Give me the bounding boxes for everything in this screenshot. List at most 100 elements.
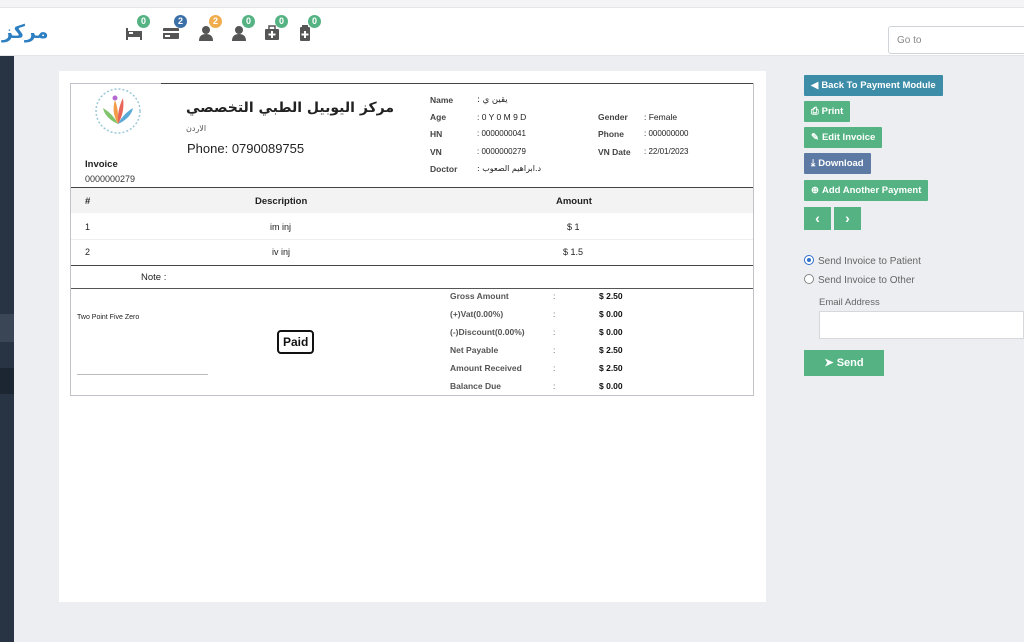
total-label: (+)Vat(0.00%): [450, 309, 504, 319]
total-separator: :: [553, 381, 556, 391]
row-description: iv inj: [272, 247, 291, 257]
total-label: Balance Due: [450, 381, 502, 391]
radio-dot[interactable]: [804, 255, 814, 265]
clipboard-icon[interactable]: 0: [296, 15, 321, 44]
user-icon[interactable]: 2: [197, 15, 222, 44]
doctor-value: : د.ابراهيم الصعوب: [477, 164, 542, 173]
notification-badge: 2: [174, 15, 187, 28]
radio-send-other[interactable]: Send Invoice to Other: [804, 274, 915, 286]
print-label: Print: [821, 106, 844, 117]
radio-label: Send Invoice to Other: [818, 275, 915, 286]
vn-value: : 0000000279: [477, 147, 526, 156]
age-label: Age: [430, 112, 447, 122]
back-to-payment-button[interactable]: ◀ Back To Payment Module: [804, 75, 943, 96]
brand-logo[interactable]: مركز: [2, 21, 48, 43]
name-value: : يقين ي: [477, 95, 508, 105]
download-icon: ⤓: [811, 158, 816, 169]
col-amount: Amount: [556, 196, 592, 207]
total-value: $ 0.00: [599, 309, 623, 319]
gender-label: Gender: [598, 112, 628, 122]
total-separator: :: [553, 309, 556, 319]
top-strip: [0, 0, 1024, 8]
total-label: (-)Discount(0.00%): [450, 327, 525, 337]
goto-search-input[interactable]: Go to: [888, 26, 1024, 54]
edit-label: Edit Invoice: [821, 132, 876, 143]
bed-icon[interactable]: 0: [125, 15, 150, 44]
paid-stamp: Paid: [277, 330, 315, 354]
email-input[interactable]: [819, 311, 1024, 339]
radio-send-patient[interactable]: Send Invoice to Patient: [804, 255, 921, 267]
invoice-box: مركز اليوبيل الطبي التخصصي الاردن Phone:…: [70, 83, 754, 396]
row-number: 2: [85, 247, 91, 257]
plus-circle-icon: ⊕: [811, 185, 819, 196]
paper-plane-icon: ➤: [824, 357, 837, 369]
send-label: Send: [836, 357, 864, 369]
hospital-logo: [93, 86, 143, 136]
phone-label: Phone: [598, 129, 624, 139]
invoice-label: Invoice: [85, 159, 118, 170]
total-value: $ 0.00: [599, 381, 623, 391]
name-label: Name: [430, 95, 454, 105]
circle-left-icon: ◀: [811, 80, 819, 91]
edit-invoice-button[interactable]: ✎ Edit Invoice: [804, 127, 883, 148]
row-number: 1: [85, 222, 91, 232]
gender-value: : Female: [644, 112, 678, 122]
vndate-value: : 22/01/2023: [644, 147, 689, 156]
printer-icon: ⎙: [811, 106, 819, 117]
sidebar: [0, 56, 14, 642]
notification-badge: 0: [275, 15, 288, 28]
notification-badge: 2: [209, 15, 222, 28]
medkit-icon[interactable]: 0: [263, 15, 288, 44]
email-label: Email Address: [819, 297, 880, 308]
row-amount: $ 1: [567, 222, 580, 232]
total-separator: :: [553, 345, 556, 355]
download-label: Download: [818, 158, 864, 169]
top-bar: مركز 0 2 2 0 0 0 Go to: [0, 8, 1024, 56]
total-value: $ 2.50: [599, 345, 623, 355]
chevron-right-icon: ›: [845, 210, 850, 226]
hn-value: : 0000000041: [477, 129, 526, 138]
col-number: #: [85, 196, 91, 207]
total-separator: :: [553, 327, 556, 337]
total-label: Amount Received: [450, 363, 522, 373]
note-label: Note :: [141, 272, 167, 283]
invoice-number: 0000000279: [85, 174, 136, 184]
send-button[interactable]: ➤ Send: [804, 350, 884, 376]
signature-line: [77, 374, 208, 375]
items-table-header: # Description Amount: [71, 187, 753, 213]
add-payment-label: Add Another Payment: [821, 185, 922, 196]
hospital-name: مركز اليوبيل الطبي التخصصي: [186, 100, 395, 116]
download-button[interactable]: ⤓ Download: [804, 153, 871, 174]
radio-label: Send Invoice to Patient: [818, 256, 921, 267]
next-button[interactable]: ›: [834, 207, 861, 230]
total-label: Gross Amount: [450, 291, 509, 301]
radio-dot[interactable]: [804, 274, 814, 284]
user-icon[interactable]: 0: [230, 15, 255, 44]
sidebar-item[interactable]: [0, 368, 14, 394]
hospital-phone: Phone: 0790089755: [187, 141, 305, 156]
phone-value: : 000000000: [644, 129, 689, 138]
row-amount: $ 1.5: [563, 247, 584, 257]
doctor-label: Doctor: [430, 164, 458, 174]
prev-button[interactable]: ‹: [804, 207, 831, 230]
card-icon[interactable]: 2: [162, 15, 187, 44]
total-separator: :: [553, 291, 556, 301]
hospital-country: الاردن: [186, 124, 207, 133]
total-separator: :: [553, 363, 556, 373]
add-payment-button[interactable]: ⊕ Add Another Payment: [804, 180, 929, 201]
total-label: Net Payable: [450, 345, 499, 355]
sidebar-item-active[interactable]: [0, 314, 14, 342]
vndate-label: VN Date: [598, 147, 631, 157]
note-rule: [71, 288, 753, 289]
row-divider: [71, 239, 753, 240]
age-value: : 0 Y 0 M 9 D: [477, 112, 527, 122]
notification-badge: 0: [137, 15, 150, 28]
notification-badge: 0: [242, 15, 255, 28]
print-button[interactable]: ⎙ Print: [804, 101, 851, 122]
notification-badge: 0: [308, 15, 321, 28]
header-rule: [161, 83, 753, 84]
col-description: Description: [255, 196, 308, 207]
chevron-left-icon: ‹: [815, 210, 820, 226]
total-value: $ 0.00: [599, 327, 623, 337]
total-value: $ 2.50: [599, 291, 623, 301]
